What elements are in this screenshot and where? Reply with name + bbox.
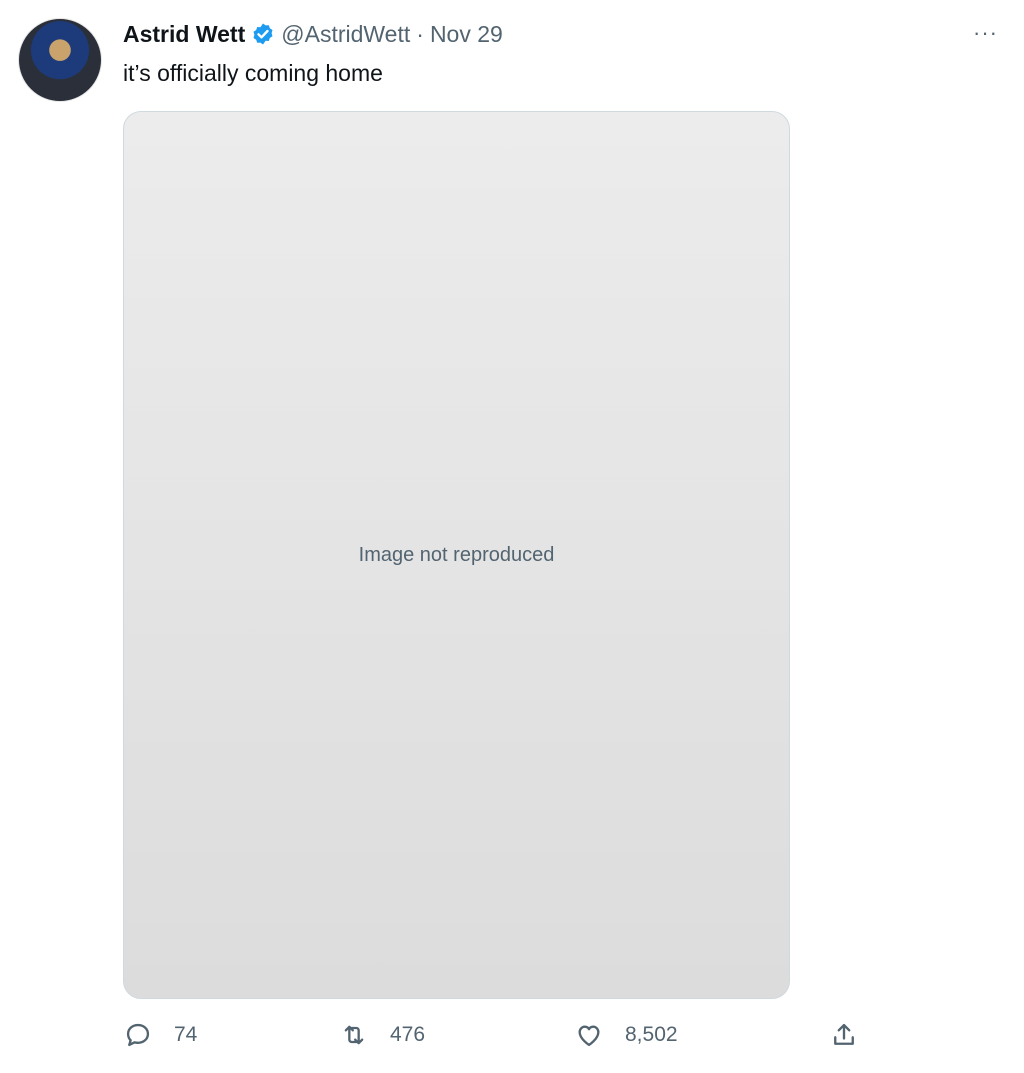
reply-count: 74 xyxy=(174,1023,198,1046)
media-placeholder-note: Image not reproduced xyxy=(358,543,555,566)
like-count: 8,502 xyxy=(625,1023,678,1046)
like-button[interactable]: 8,502 xyxy=(575,1021,678,1049)
separator: · xyxy=(416,21,424,47)
share-button[interactable] xyxy=(830,1021,858,1049)
avatar[interactable] xyxy=(18,18,102,102)
tweet-media[interactable]: Image not reproduced xyxy=(123,111,790,999)
retweet-icon xyxy=(344,1025,364,1045)
tweet-header: Astrid Wett @AstridWett · Nov 29 xyxy=(123,19,503,49)
reply-button[interactable]: 74 xyxy=(124,1021,197,1049)
heart-icon xyxy=(578,1025,600,1047)
tweet-text: it’s officially coming home xyxy=(123,60,383,86)
reply-icon xyxy=(126,1023,150,1047)
action-bar: 74 476 8,502 xyxy=(0,1021,1024,1057)
share-icon xyxy=(834,1023,854,1045)
verified-badge-icon xyxy=(251,22,275,46)
author-handle[interactable]: @AstridWett xyxy=(281,19,410,49)
author-name[interactable]: Astrid Wett xyxy=(123,19,245,49)
tweet-date[interactable]: Nov 29 xyxy=(430,19,503,49)
retweet-count: 476 xyxy=(390,1023,426,1046)
retweet-button[interactable]: 476 xyxy=(340,1021,425,1049)
more-options-icon[interactable]: ··· xyxy=(973,20,998,46)
